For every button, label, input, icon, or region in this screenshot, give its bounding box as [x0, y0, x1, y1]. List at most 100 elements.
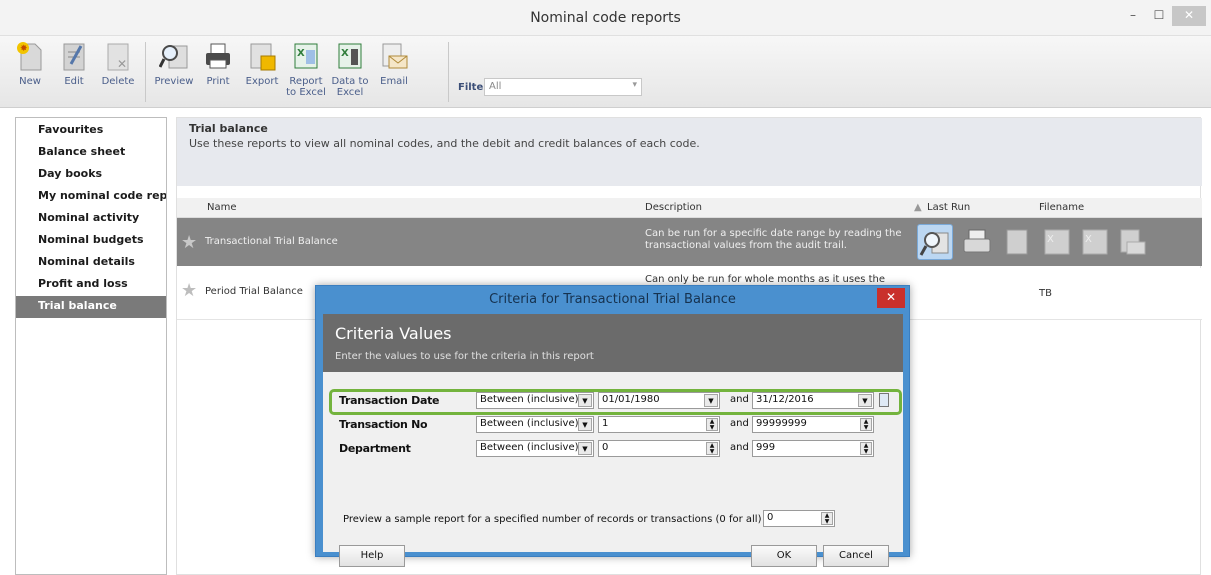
report-to-excel-button[interactable]: X Report to Excel: [284, 40, 328, 104]
row-actions: X X: [917, 222, 1162, 262]
from-number-field[interactable]: 1 ▲ ▼: [598, 416, 720, 433]
column-last-run[interactable]: Last Run: [927, 202, 970, 213]
column-filename[interactable]: Filename: [1039, 202, 1084, 213]
and-label: and: [730, 418, 749, 429]
new-label: New: [19, 76, 41, 87]
sidebar-item-favourites[interactable]: Favourites: [16, 120, 166, 142]
print-icon: [963, 229, 991, 253]
chevron-down-icon: ▾: [632, 80, 637, 90]
email-label: Email: [380, 76, 408, 87]
dialog-close-button[interactable]: ✕: [877, 288, 905, 308]
column-description[interactable]: Description: [645, 202, 702, 213]
operator-value: Between (inclusive): [480, 442, 579, 453]
preview-button[interactable]: Preview: [152, 40, 196, 104]
sidebar-item-balance-sheet[interactable]: Balance sheet: [16, 142, 166, 164]
new-button[interactable]: ✸ New: [8, 40, 52, 104]
sidebar-item-my-nominal-code-reports[interactable]: My nominal code rep: [16, 186, 166, 208]
operator-select[interactable]: Between (inclusive) ▼: [476, 416, 594, 433]
column-name[interactable]: Name: [207, 202, 237, 213]
data-to-excel-button[interactable]: X Data to Excel: [328, 40, 372, 104]
star-icon[interactable]: ★: [181, 280, 197, 301]
preview-icon: [158, 40, 189, 72]
to-value: 999: [756, 442, 776, 453]
criteria-dialog: Criteria for Transactional Trial Balance…: [315, 285, 910, 567]
svg-text:X: X: [1047, 234, 1054, 245]
criteria-subheading: Enter the values to use for the criteria…: [335, 351, 594, 362]
sidebar-item-nominal-budgets[interactable]: Nominal budgets: [16, 230, 166, 252]
row-print-button[interactable]: [959, 224, 995, 260]
report-to-excel-label: Report to Excel: [286, 76, 326, 98]
report-excel-icon: X: [291, 40, 321, 72]
help-button[interactable]: Help: [339, 545, 405, 567]
preview-count-field[interactable]: 0 ▲ ▼: [763, 510, 835, 527]
sort-arrow-icon: ▲: [914, 202, 922, 213]
to-number-field[interactable]: 99999999 ▲ ▼: [752, 416, 874, 433]
email-icon: [379, 40, 409, 72]
row-preview-button[interactable]: [917, 224, 953, 260]
minimize-button[interactable]: –: [1120, 6, 1146, 26]
report-description-cell: Can be run for a specific date range by …: [645, 228, 902, 251]
dialog-body: Criteria Values Enter the values to use …: [323, 314, 903, 567]
grid-header: Name Description ▲ Last Run Filename: [177, 198, 1202, 218]
preview-icon: [919, 232, 949, 256]
svg-text:X: X: [341, 48, 349, 59]
report-name: Transactional Trial Balance: [205, 236, 338, 247]
from-department-field[interactable]: 0 ▲ ▼: [598, 440, 720, 457]
svg-text:✕: ✕: [117, 57, 127, 71]
edit-button[interactable]: Edit: [52, 40, 96, 104]
data-to-excel-label: Data to Excel: [331, 76, 369, 98]
print-icon: [203, 40, 233, 72]
sidebar-item-trial-balance[interactable]: Trial balance: [16, 296, 166, 318]
sidebar-item-nominal-activity[interactable]: Nominal activity: [16, 208, 166, 230]
report-description: Use these reports to view all nominal co…: [189, 137, 700, 150]
export-icon: [1006, 229, 1028, 255]
sidebar-item-day-books[interactable]: Day books: [16, 164, 166, 186]
toolbar: ✸ New Edit ✕ Delete Preview Print Export: [0, 36, 1211, 108]
and-label: and: [730, 442, 749, 453]
row-report-excel-button[interactable]: X: [1039, 224, 1075, 260]
export-icon: [247, 40, 277, 72]
sidebar-item-nominal-details[interactable]: Nominal details: [16, 252, 166, 274]
spinner-icon[interactable]: ▲ ▼: [860, 442, 872, 455]
export-button[interactable]: Export: [240, 40, 284, 104]
report-heading: Trial balance: [189, 122, 268, 135]
criteria-heading: Criteria Values: [335, 324, 452, 343]
data-excel-icon: X: [335, 40, 365, 72]
maximize-button[interactable]: ☐: [1146, 6, 1172, 26]
to-value: 99999999: [756, 418, 807, 429]
toolbar-separator: [448, 42, 449, 102]
sidebar-item-profit-and-loss[interactable]: Profit and loss: [16, 274, 166, 296]
to-department-field[interactable]: 999 ▲ ▼: [752, 440, 874, 457]
star-icon[interactable]: ★: [181, 232, 197, 253]
delete-label: Delete: [101, 76, 135, 87]
title-bar: Nominal code reports – ☐ ✕: [0, 0, 1211, 36]
row-export-button[interactable]: [1001, 224, 1037, 260]
criteria-row-transaction-no: Transaction No Between (inclusive) ▼ 1 ▲…: [333, 414, 903, 436]
table-row[interactable]: ★ Transactional Trial Balance Can be run…: [177, 218, 1202, 266]
filters-value: All: [489, 81, 502, 92]
email-button[interactable]: Email: [372, 40, 416, 104]
spinner-icon[interactable]: ▲ ▼: [706, 442, 718, 455]
edit-label: Edit: [64, 76, 84, 87]
spinner-icon[interactable]: ▲ ▼: [706, 418, 718, 431]
row-data-excel-button[interactable]: X: [1077, 224, 1113, 260]
operator-select[interactable]: Between (inclusive) ▼: [476, 440, 594, 457]
close-button[interactable]: ✕: [1172, 6, 1206, 26]
chevron-down-icon[interactable]: ▼: [578, 442, 592, 455]
spinner-icon[interactable]: ▲ ▼: [821, 512, 833, 525]
chevron-down-icon[interactable]: ▼: [578, 418, 592, 431]
print-button[interactable]: Print: [196, 40, 240, 104]
data-excel-icon: X: [1082, 229, 1108, 255]
cancel-button[interactable]: Cancel: [823, 545, 889, 567]
delete-button[interactable]: ✕ Delete: [96, 40, 140, 104]
transaction-date-highlight: [329, 389, 902, 415]
row-email-button[interactable]: [1115, 224, 1151, 260]
dialog-title: Criteria for Transactional Trial Balance: [489, 292, 736, 307]
ok-button[interactable]: OK: [751, 545, 817, 567]
spinner-icon[interactable]: ▲ ▼: [860, 418, 872, 431]
report-excel-icon: X: [1044, 229, 1070, 255]
svg-text:X: X: [1085, 234, 1092, 245]
criteria-header: Criteria Values Enter the values to use …: [323, 314, 903, 372]
preview-count-value: 0: [767, 512, 774, 523]
filters-dropdown[interactable]: All ▾: [484, 78, 642, 96]
